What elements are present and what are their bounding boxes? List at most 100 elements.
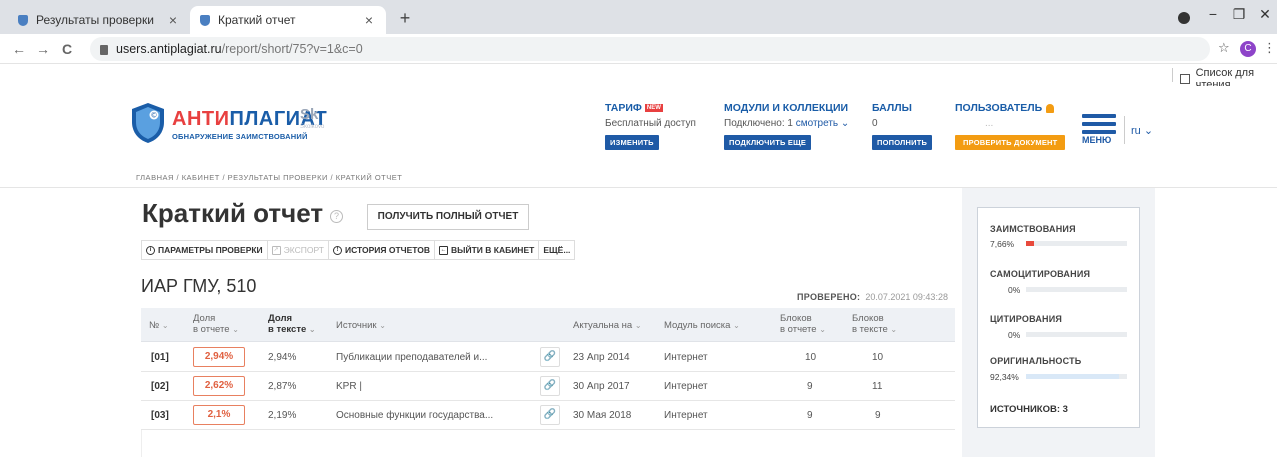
chevron-down-icon: ⌄ — [232, 325, 239, 334]
breadcrumb-results[interactable]: РЕЗУЛЬТАТЫ ПРОВЕРКИ — [228, 173, 328, 182]
sort-by-blocks-report[interactable]: Блоков в отчете ⌄ — [780, 313, 826, 335]
originality-bar-fill — [1026, 374, 1120, 379]
sources-count-value: 3 — [1062, 404, 1068, 415]
self-citations-bar — [1026, 287, 1127, 292]
header-label: № — [149, 320, 160, 331]
modules-block: МОДУЛИ И КОЛЛЕКЦИИ Подключено: 1 смотрет… — [724, 102, 849, 150]
exit-to-cabinet-button[interactable]: ← ВЫЙТИ В КАБИНЕТ — [434, 240, 540, 260]
chevron-down-icon: ⌄ — [733, 321, 740, 330]
action-label: ПАРАМЕТРЫ ПРОВЕРКИ — [158, 245, 263, 255]
source-name[interactable]: Публикации преподавателей и... — [336, 352, 487, 363]
back-icon[interactable]: ← — [10, 41, 28, 57]
lock-icon — [100, 45, 108, 55]
profile-indicator-icon[interactable] — [1178, 12, 1190, 24]
blocks-in-report: 10 — [805, 352, 817, 363]
change-tariff-button[interactable]: ИЗМЕНИТЬ — [605, 135, 659, 150]
bookmarks-bar: Список для чтения — [0, 64, 1277, 91]
export-button[interactable]: ↗ ЭКСПОРТ — [266, 240, 329, 260]
url-bar[interactable]: users.antiplagiat.ru/report/short/75?v=1… — [90, 37, 1210, 61]
content-border — [141, 430, 142, 457]
header-label: Актуальна на — [573, 320, 633, 331]
source-name[interactable]: Основные функции государства... — [336, 410, 493, 421]
profile-avatar[interactable]: C — [1240, 41, 1256, 57]
get-full-report-button[interactable]: ПОЛУЧИТЬ ПОЛНЫЙ ОТЧЕТ — [367, 204, 529, 230]
top-up-button[interactable]: ПОПОЛНИТЬ — [872, 135, 933, 150]
url-path: /report/short/75?v=1&c=0 — [221, 42, 363, 56]
link-icon[interactable]: 🔗 — [540, 347, 560, 367]
bookmark-star-icon[interactable]: ☆ — [1218, 40, 1230, 56]
menu-button[interactable]: МЕНЮ — [1082, 114, 1122, 145]
share-in-report[interactable]: 2,94% — [193, 347, 245, 367]
tariff-title: ТАРИФ NEW — [605, 102, 696, 114]
forward-icon[interactable]: → — [34, 41, 52, 57]
checked-label: ПРОВЕРЕНО: — [797, 292, 861, 302]
link-icon[interactable]: 🔗 — [540, 405, 560, 425]
link-icon[interactable]: 🔗 — [540, 376, 560, 396]
action-label: ВЫЙТИ В КАБИНЕТ — [451, 245, 535, 255]
reload-icon[interactable]: C — [58, 41, 76, 57]
share-in-report[interactable]: 2,62% — [193, 376, 245, 396]
new-tab-button[interactable]: + — [394, 8, 416, 29]
source-name[interactable]: KPR | — [336, 381, 362, 392]
sort-by-number[interactable]: № ⌄ — [149, 320, 169, 331]
checked-date: ПРОВЕРЕНО: 20.07.2021 09:43:28 — [797, 292, 948, 302]
borrowings-label: ЗАИМСТВОВАНИЯ — [990, 224, 1076, 234]
share-in-text: 2,19% — [268, 410, 297, 421]
sort-by-share-report[interactable]: Доля в отчете ⌄ — [193, 313, 239, 335]
help-icon[interactable]: ? — [330, 210, 343, 223]
sort-by-share-text[interactable]: Доля в тексте ⌄ — [268, 313, 316, 335]
user-block: ПОЛЬЗОВАТЕЛЬ ... ПРОВЕРИТЬ ДОКУМЕНТ — [955, 102, 1066, 150]
close-window-button[interactable]: ✕ — [1252, 6, 1277, 23]
table-row[interactable]: [03] 2,1% 2,19% Основные функции государ… — [141, 401, 955, 430]
close-tab-icon[interactable]: × — [362, 12, 376, 28]
shield-icon — [18, 14, 28, 26]
breadcrumb-home[interactable]: ГЛАВНАЯ — [136, 173, 174, 182]
menu-label: МЕНЮ — [1082, 135, 1112, 145]
check-document-button[interactable]: ПРОВЕРИТЬ ДОКУМЕНТ — [955, 135, 1066, 150]
actual-date: 23 Апр 2014 — [573, 352, 630, 363]
blocks-in-text: 11 — [872, 381, 883, 392]
language-selector[interactable]: ru ⌄ — [1131, 124, 1153, 137]
breadcrumb-current: КРАТКИЙ ОТЧЕТ — [335, 173, 403, 182]
connect-more-button[interactable]: ПОДКЛЮЧИТЬ ЕЩЕ — [724, 135, 812, 150]
modules-view-link[interactable]: смотреть — [796, 118, 838, 129]
tab-results[interactable]: Результаты проверки × — [8, 6, 190, 34]
close-tab-icon[interactable]: × — [166, 12, 180, 28]
antiplagiat-shield-icon[interactable]: © — [130, 102, 166, 144]
table-row[interactable]: [02] 2,62% 2,87% KPR | 🔗 30 Апр 2017 Инт… — [141, 372, 955, 401]
header-label: Источник — [336, 320, 377, 331]
action-label: ЭКСПОРТ — [283, 245, 324, 255]
check-parameters-button[interactable]: i ПАРАМЕТРЫ ПРОВЕРКИ — [141, 240, 268, 260]
search-module: Интернет — [664, 381, 708, 392]
borrowings-bar-fill — [1026, 241, 1034, 246]
row-number: [02] — [151, 381, 169, 392]
share-in-report[interactable]: 2,1% — [193, 405, 245, 425]
sort-by-source[interactable]: Источник ⌄ — [336, 320, 386, 331]
blocks-in-text: 10 — [872, 352, 884, 363]
checked-timestamp: 20.07.2021 09:43:28 — [865, 292, 948, 302]
action-label: ИСТОРИЯ ОТЧЕТОВ — [344, 245, 431, 255]
row-number: [01] — [151, 352, 169, 363]
tariff-title-text: ТАРИФ — [605, 102, 642, 114]
blocks-in-text: 9 — [875, 410, 881, 421]
document-name: ИАР ГМУ, 510 — [141, 276, 257, 296]
tab-short-report[interactable]: Краткий отчет × — [190, 6, 386, 34]
originality-bar — [1026, 374, 1127, 379]
report-history-button[interactable]: ! ИСТОРИЯ ОТЧЕТОВ — [327, 240, 436, 260]
citations-value: 0% — [1008, 330, 1021, 340]
sort-by-actual-date[interactable]: Актуальна на ⌄ — [573, 320, 642, 331]
sort-by-module[interactable]: Модуль поиска ⌄ — [664, 320, 740, 331]
user-title-text: ПОЛЬЗОВАТЕЛЬ — [955, 102, 1043, 114]
table-row[interactable]: [01] 2,94% 2,94% Публикации преподавател… — [141, 343, 955, 372]
minimize-button[interactable]: − — [1200, 6, 1226, 22]
bell-icon[interactable] — [1046, 103, 1055, 113]
sort-by-blocks-text[interactable]: Блоков в тексте ⌄ — [852, 313, 897, 335]
more-actions-button[interactable]: ЕЩЁ... — [538, 240, 576, 260]
self-citations-value: 0% — [1008, 285, 1021, 295]
maximize-button[interactable]: ❐ — [1226, 6, 1252, 23]
page-title: Краткий отчет — [142, 198, 324, 228]
history-icon: ! — [332, 245, 342, 255]
browser-menu-icon[interactable]: ⋮ — [1263, 40, 1276, 56]
logo-tagline: ОБНАРУЖЕНИЕ ЗАИМСТВОВАНИЙ — [172, 132, 308, 141]
breadcrumb-cabinet[interactable]: КАБИНЕТ — [182, 173, 220, 182]
